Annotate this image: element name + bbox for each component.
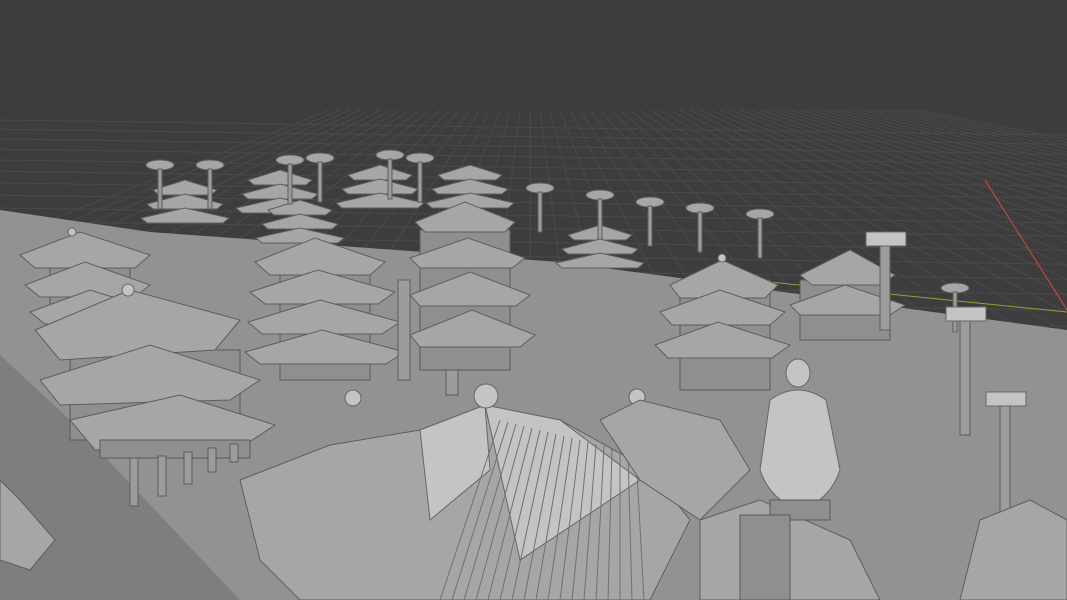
distant-pagoda-tier: [560, 238, 640, 255]
distant-pagoda-tier: [340, 178, 420, 195]
tree-trunk: [157, 168, 163, 210]
grid-line: [0, 119, 1067, 136]
tree-trunk: [757, 217, 763, 259]
distant-pagoda-tier: [554, 252, 646, 269]
gate-plaque: [865, 231, 907, 247]
tree-trunk: [317, 161, 323, 203]
tree-trunk: [417, 161, 423, 203]
tree-trunk: [537, 191, 543, 233]
tree-trunk: [207, 168, 213, 210]
gate-plaque: [945, 306, 987, 322]
gate-pillar: [959, 314, 971, 436]
3d-viewport[interactable]: [0, 0, 1067, 600]
gate-pillar: [879, 239, 891, 331]
tree-trunk: [387, 158, 393, 200]
viewport-canvas[interactable]: [0, 0, 1067, 600]
tree-trunk: [697, 211, 703, 253]
distant-pagoda-tier: [334, 192, 426, 209]
distant-pagoda-tier: [246, 169, 314, 186]
distant-pagoda-tier: [151, 179, 219, 196]
distant-pagoda-tier: [254, 227, 346, 244]
tree-trunk: [597, 198, 603, 240]
distant-pagoda-tier: [260, 213, 340, 230]
tree-trunk: [287, 163, 293, 205]
gate-plaque: [985, 391, 1027, 407]
x-axis-line: [984, 179, 1067, 311]
distant-pagoda-tier: [430, 178, 510, 195]
tree-trunk: [647, 205, 653, 247]
